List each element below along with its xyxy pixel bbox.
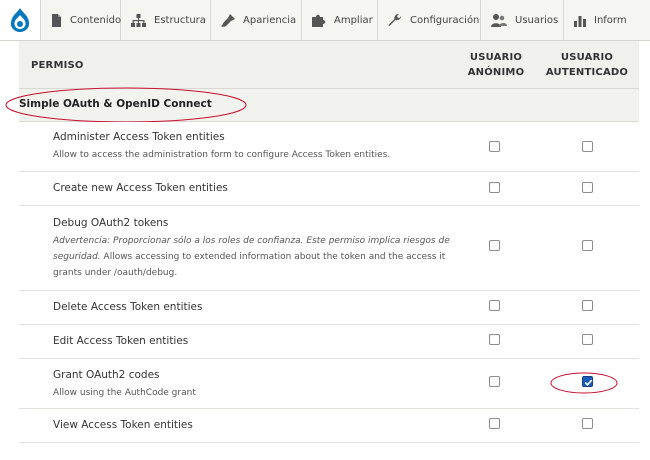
toolbar-item-usuarios[interactable]: Usuarios bbox=[481, 0, 564, 40]
header-anonymous-line2: ANÓNIMO bbox=[467, 67, 525, 78]
drupal-logo-icon[interactable] bbox=[0, 0, 41, 40]
toolbar-label-ampliar: Ampliar bbox=[334, 14, 373, 26]
toolbar-item-estructura[interactable]: Estructura bbox=[121, 0, 211, 40]
toolbar-label-informes: Inform bbox=[594, 14, 627, 26]
checkbox-anonymous[interactable] bbox=[489, 418, 500, 429]
wrench-icon bbox=[388, 13, 401, 26]
permission-title: Grant OAuth2 codes bbox=[53, 369, 160, 381]
puzzle-icon bbox=[312, 14, 326, 27]
permission-description-text: Allows accessing to extended information… bbox=[53, 252, 446, 278]
checkbox-authenticated[interactable] bbox=[582, 141, 593, 152]
bar-chart-icon bbox=[574, 15, 586, 27]
toolbar-item-contenido[interactable]: Contenido bbox=[41, 0, 121, 40]
toolbar-label-estructura: Estructura bbox=[154, 14, 206, 26]
permission-row-create: Create new Access Token entities bbox=[19, 172, 639, 206]
paintbrush-icon bbox=[221, 13, 235, 27]
toolbar-item-configuracion[interactable]: Configuración bbox=[378, 0, 481, 40]
permission-title: Debug OAuth2 tokens bbox=[53, 217, 169, 229]
header-authenticated-line1: USUARIO bbox=[560, 52, 614, 63]
table-header: PERMISO USUARIO ANÓNIMO USUARIO AUTENTIC… bbox=[19, 41, 639, 89]
permission-row-delete: Delete Access Token entities bbox=[19, 291, 639, 325]
module-row: Simple OAuth & OpenID Connect bbox=[5, 87, 639, 123]
header-permission: PERMISO bbox=[31, 60, 84, 71]
admin-toolbar: Contenido Estructura Apariencia Ampliar bbox=[0, 0, 650, 41]
permission-description: Advertencia: Proporcionar sólo a los rol… bbox=[53, 233, 453, 281]
permission-row-grant: Grant OAuth2 codes Allow using the AuthC… bbox=[19, 359, 639, 409]
permissions-table: PERMISO USUARIO ANÓNIMO USUARIO AUTENTIC… bbox=[5, 41, 639, 443]
toolbar-item-informes[interactable]: Inform bbox=[564, 0, 627, 40]
checkbox-anonymous[interactable] bbox=[489, 240, 500, 251]
checkbox-authenticated[interactable] bbox=[582, 240, 593, 251]
checkbox-authenticated[interactable] bbox=[582, 334, 593, 345]
header-authenticated-user: USUARIO AUTENTICADO bbox=[541, 50, 633, 80]
header-anonymous-line1: USUARIO bbox=[469, 52, 523, 63]
checkbox-anonymous[interactable] bbox=[489, 141, 500, 152]
header-authenticated-line2: AUTENTICADO bbox=[545, 67, 629, 78]
permission-title: Delete Access Token entities bbox=[53, 301, 203, 313]
toolbar-label-apariencia: Apariencia bbox=[243, 14, 297, 26]
toolbar-item-apariencia[interactable]: Apariencia bbox=[211, 0, 302, 40]
permission-row-administer: Administer Access Token entities Allow t… bbox=[19, 122, 639, 172]
checkbox-anonymous[interactable] bbox=[489, 300, 500, 311]
checkbox-anonymous[interactable] bbox=[489, 376, 500, 387]
file-icon bbox=[52, 13, 61, 27]
permission-title: Create new Access Token entities bbox=[53, 182, 228, 194]
permission-row-debug: Debug OAuth2 tokens Advertencia: Proporc… bbox=[19, 206, 639, 291]
annotation-circle-checkbox bbox=[550, 372, 618, 394]
sitemap-icon bbox=[131, 13, 146, 27]
permission-title: View Access Token entities bbox=[53, 419, 193, 431]
permission-row-view: View Access Token entities bbox=[19, 409, 639, 443]
permission-title: Edit Access Token entities bbox=[53, 335, 189, 347]
permission-description: Allow using the AuthCode grant bbox=[53, 388, 196, 398]
checkbox-authenticated[interactable] bbox=[582, 418, 593, 429]
checkbox-authenticated[interactable] bbox=[582, 182, 593, 193]
permission-row-edit: Edit Access Token entities bbox=[19, 325, 639, 359]
toolbar-item-ampliar[interactable]: Ampliar bbox=[302, 0, 378, 40]
toolbar-label-configuracion: Configuración bbox=[410, 14, 480, 26]
people-icon bbox=[491, 13, 507, 27]
permission-description: Allow to access the administration form … bbox=[53, 150, 391, 160]
toolbar-label-usuarios: Usuarios bbox=[515, 14, 559, 26]
checkbox-anonymous[interactable] bbox=[489, 334, 500, 345]
header-anonymous-user: USUARIO ANÓNIMO bbox=[464, 50, 528, 80]
permission-title: Administer Access Token entities bbox=[53, 131, 225, 143]
toolbar-label-contenido: Contenido bbox=[70, 14, 122, 26]
checkbox-anonymous[interactable] bbox=[489, 182, 500, 193]
annotation-circle bbox=[5, 87, 247, 123]
checkbox-authenticated[interactable] bbox=[582, 300, 593, 311]
